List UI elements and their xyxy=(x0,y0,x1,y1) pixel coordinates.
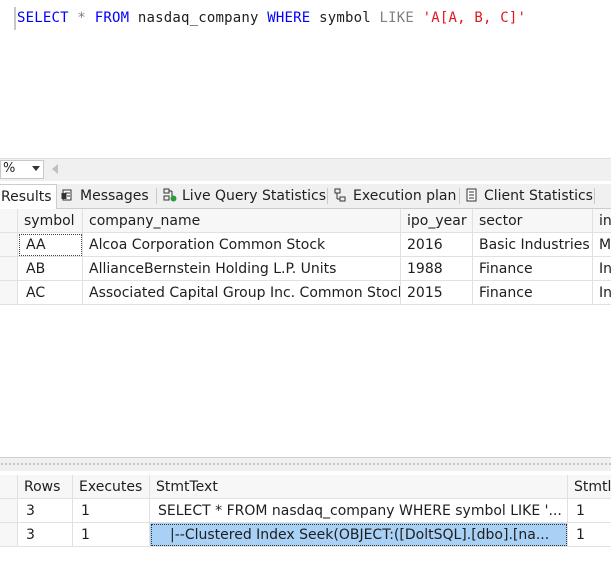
cell-executes[interactable]: 1 xyxy=(73,499,150,523)
cell-industry[interactable]: In xyxy=(593,257,611,281)
table-row[interactable]: AB AllianceBernstein Holding L.P. Units … xyxy=(0,257,611,281)
sql-token: SELECT xyxy=(17,10,69,26)
cell-stmttext[interactable]: SELECT * FROM nasdaq_company WHERE symbo… xyxy=(150,499,568,523)
zoom-select[interactable]: % xyxy=(0,160,44,179)
results-tab-bar: Results Messages Live Query Statistics E… xyxy=(0,184,611,210)
execution-plan-icon xyxy=(334,186,348,202)
cell-stmttext-selected[interactable]: |--Clustered Index Seek(OBJECT:([DoltSQL… xyxy=(150,523,568,547)
tab-label: Execution plan xyxy=(353,188,457,204)
cell-stmtid[interactable]: 1 xyxy=(568,523,611,547)
cell-rows[interactable]: 3 xyxy=(18,523,73,547)
cell-company-name[interactable]: Associated Capital Group Inc. Common Sto… xyxy=(83,281,401,305)
sql-token: 'A[A, B, C]' xyxy=(422,10,527,26)
cell-sector[interactable]: Finance xyxy=(473,257,593,281)
sql-token: * xyxy=(77,10,87,26)
tab-label: Client Statistics xyxy=(484,188,593,204)
column-header-company-name[interactable]: company_name xyxy=(83,209,401,233)
results-header-row: symbol company_name ipo_year sector ind xyxy=(0,209,611,233)
row-header[interactable] xyxy=(0,257,18,281)
sql-token: LIKE xyxy=(379,10,414,26)
zoom-value: % xyxy=(3,161,16,176)
table-row[interactable]: 3 1 |--Clustered Index Seek(OBJECT:([Dol… xyxy=(0,523,611,547)
table-row[interactable]: AA Alcoa Corporation Common Stock 2016 B… xyxy=(0,233,611,257)
sql-token: nasdaq_company xyxy=(129,10,268,26)
row-header[interactable] xyxy=(0,523,18,547)
column-header-sector[interactable]: sector xyxy=(473,209,593,233)
column-header-executes[interactable]: Executes xyxy=(73,475,150,499)
tab-separator xyxy=(459,188,460,204)
column-header-industry[interactable]: ind xyxy=(593,209,611,233)
statistics-header-row: Rows Executes StmtText Stmtlc xyxy=(0,475,611,499)
column-header-rows[interactable]: Rows xyxy=(18,475,73,499)
cell-company-name[interactable]: Alcoa Corporation Common Stock xyxy=(83,233,401,257)
tab-live-query-statistics[interactable]: Live Query Statistics xyxy=(163,184,326,208)
row-header[interactable] xyxy=(0,499,18,523)
splitter-grip xyxy=(0,463,611,465)
chevron-down-icon xyxy=(32,166,40,171)
cell-company-name[interactable]: AllianceBernstein Holding L.P. Units xyxy=(83,257,401,281)
tab-label: Results xyxy=(1,189,52,205)
live-query-statistics-icon xyxy=(163,186,177,202)
table-row[interactable]: 3 1 SELECT * FROM nasdaq_company WHERE s… xyxy=(0,499,611,523)
column-header-stmtid[interactable]: Stmtlc xyxy=(568,475,611,499)
cell-industry[interactable]: M xyxy=(593,233,611,257)
table-row[interactable]: AC Associated Capital Group Inc. Common … xyxy=(0,281,611,305)
tab-label: Messages xyxy=(80,188,149,204)
cell-ipo-year[interactable]: 2015 xyxy=(401,281,473,305)
sql-token: FROM xyxy=(94,10,130,26)
cell-sector[interactable]: Basic Industries xyxy=(473,233,593,257)
cell-stmtid[interactable]: 1 xyxy=(568,499,611,523)
row-header[interactable] xyxy=(0,281,18,305)
client-statistics-icon xyxy=(465,186,479,202)
tab-results[interactable]: Results xyxy=(0,184,57,210)
editor-change-marker xyxy=(14,7,16,30)
grid-corner[interactable] xyxy=(0,475,18,499)
cell-sector[interactable]: Finance xyxy=(473,281,593,305)
editor-status-bar: % xyxy=(0,158,611,181)
column-header-stmttext[interactable]: StmtText xyxy=(150,475,568,499)
cell-rows[interactable]: 3 xyxy=(18,499,73,523)
sql-editor[interactable]: SELECT * FROM nasdaq_company WHERE symbo… xyxy=(0,0,611,160)
tab-messages[interactable]: Messages xyxy=(61,184,149,208)
cell-ipo-year[interactable]: 2016 xyxy=(401,233,473,257)
cell-ipo-year[interactable]: 1988 xyxy=(401,257,473,281)
cell-symbol[interactable]: AA xyxy=(18,233,83,257)
grid-corner[interactable] xyxy=(0,209,18,233)
tab-separator xyxy=(156,188,157,204)
messages-icon xyxy=(61,186,75,201)
sql-token: symbol xyxy=(310,10,380,26)
tab-client-statistics[interactable]: Client Statistics xyxy=(465,184,593,208)
column-header-ipo-year[interactable]: ipo_year xyxy=(401,209,473,233)
scroll-left-arrow-icon[interactable] xyxy=(52,164,58,174)
cell-industry[interactable]: In xyxy=(593,281,611,305)
cell-symbol[interactable]: AB xyxy=(18,257,83,281)
tab-execution-plan[interactable]: Execution plan xyxy=(334,184,456,208)
tab-label: Live Query Statistics xyxy=(182,188,327,204)
tab-separator xyxy=(594,188,595,204)
tab-separator xyxy=(327,188,328,204)
sql-query-line[interactable]: SELECT * FROM nasdaq_company WHERE symbo… xyxy=(17,10,526,26)
cell-symbol[interactable]: AC xyxy=(18,281,83,305)
column-header-symbol[interactable]: symbol xyxy=(18,209,83,233)
sql-token: WHERE xyxy=(267,10,311,26)
cell-executes[interactable]: 1 xyxy=(73,523,150,547)
row-header[interactable] xyxy=(0,233,18,257)
